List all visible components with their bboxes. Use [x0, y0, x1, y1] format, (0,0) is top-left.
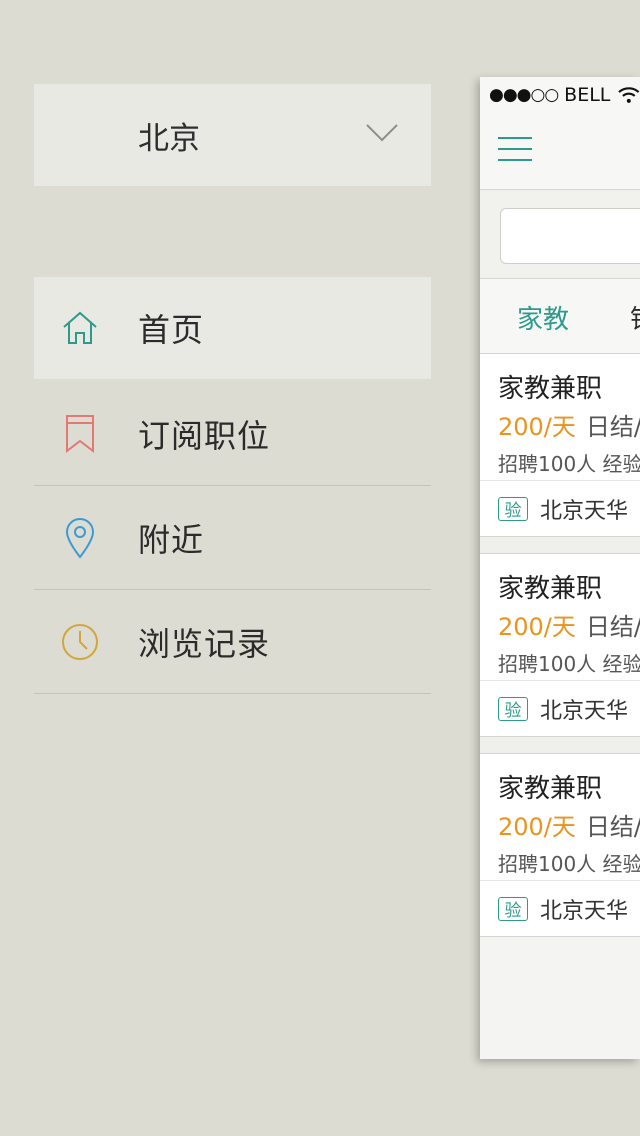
job-requirements: 招聘100人 经验 [498, 652, 640, 676]
nav-bar [480, 113, 640, 190]
city-name: 北京 [138, 120, 200, 157]
menu-hamburger-icon[interactable] [498, 137, 532, 163]
job-requirements: 招聘100人 经验 [498, 852, 640, 876]
menu-item-label: 浏览记录 [138, 624, 271, 663]
job-title: 家教兼职 [498, 774, 603, 804]
job-card[interactable]: 家教兼职 200/天 日结/ 招聘100人 经验 验 北京天华 [480, 554, 640, 737]
chevron-down-icon [366, 124, 398, 142]
job-pay: 200/天 [498, 613, 576, 641]
verified-badge: 验 [498, 896, 528, 921]
search-input[interactable] [500, 208, 640, 264]
menu-item-nearby[interactable]: 附近 [34, 486, 431, 590]
home-icon [60, 308, 100, 348]
company-name: 北京天华 [540, 498, 629, 524]
job-settlement: 日结/ [585, 813, 640, 841]
menu-item-label: 附近 [138, 520, 205, 559]
menu-item-label: 首页 [138, 311, 205, 349]
verified-badge: 验 [498, 496, 528, 521]
bookmark-icon [60, 414, 100, 454]
location-pin-icon [60, 517, 100, 559]
signal-strength: ●●●○○ [489, 85, 559, 105]
main-content-panel[interactable]: ●●●○○ BELL 家教 销 家教兼职 200/天日结/ 招聘100人 经验 … [480, 77, 640, 1059]
job-settlement: 日结/ [585, 613, 640, 641]
search-bar [480, 190, 640, 279]
drawer-menu: 首页 订阅职位 附近 浏览记录 [34, 277, 431, 694]
card-separator [480, 737, 640, 754]
card-separator [480, 537, 640, 554]
company-name: 北京天华 [540, 698, 629, 724]
job-pay: 200/天 [498, 413, 576, 441]
job-card[interactable]: 家教兼职 200/天 日结/ 招聘100人 经验 验 北京天华 [480, 754, 640, 937]
job-pay: 200/天 [498, 813, 576, 841]
clock-icon [60, 622, 100, 662]
job-card[interactable]: 家教兼职 200/天 日结/ 招聘100人 经验 验 北京天华 [480, 354, 640, 537]
job-requirements: 招聘100人 经验 [498, 452, 640, 476]
verified-badge: 验 [498, 696, 528, 721]
job-title: 家教兼职 [498, 574, 603, 604]
tab-tutoring[interactable]: 家教 [517, 299, 569, 336]
city-selector[interactable]: 北京 [34, 84, 431, 186]
category-tabs: 家教 销 [480, 279, 640, 354]
carrier-name: BELL [564, 84, 611, 106]
menu-item-home[interactable]: 首页 [34, 277, 431, 379]
company-name: 北京天华 [540, 898, 629, 924]
job-title: 家教兼职 [498, 374, 603, 404]
menu-item-subscribe[interactable]: 订阅职位 [34, 382, 431, 486]
job-settlement: 日结/ [585, 413, 640, 441]
menu-item-label: 订阅职位 [138, 416, 271, 455]
wifi-icon [618, 87, 640, 103]
tab-sales[interactable]: 销 [630, 299, 640, 336]
menu-item-history[interactable]: 浏览记录 [34, 590, 431, 694]
status-bar: ●●●○○ BELL [480, 77, 640, 113]
